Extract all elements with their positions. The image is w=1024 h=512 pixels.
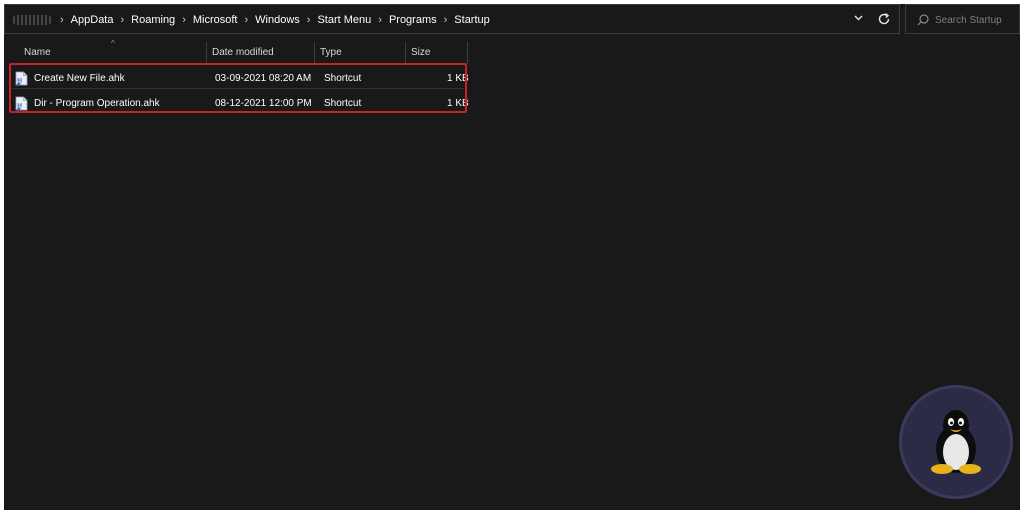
refresh-icon[interactable] [875, 10, 893, 28]
ahk-script-icon: H [15, 96, 28, 111]
breadcrumb: › AppData › Roaming › Microsoft › Window… [13, 5, 492, 35]
breadcrumb-separator[interactable]: › [302, 14, 316, 26]
column-header-type[interactable]: Type [316, 40, 402, 64]
breadcrumb-roaming[interactable]: Roaming [129, 14, 177, 26]
column-headers: ^ Name Date modified Type Size [12, 40, 468, 64]
breadcrumb-separator[interactable]: › [373, 14, 387, 26]
column-header-size[interactable]: Size [407, 40, 465, 64]
search-box[interactable] [905, 4, 1021, 34]
file-date: 08-12-2021 12:00 PM [215, 98, 312, 109]
search-icon [916, 13, 930, 27]
breadcrumb-start-menu[interactable]: Start Menu [315, 14, 373, 26]
breadcrumb-startup[interactable]: Startup [452, 14, 491, 26]
breadcrumb-separator: › [60, 14, 64, 26]
obscured-path-segment [13, 15, 51, 25]
address-bar[interactable]: › AppData › Roaming › Microsoft › Window… [4, 4, 900, 34]
column-divider[interactable] [467, 42, 468, 64]
file-size: 1 KB [447, 98, 469, 109]
column-divider[interactable] [206, 42, 207, 64]
breadcrumb-separator[interactable]: › [239, 14, 253, 26]
column-divider[interactable] [314, 42, 315, 64]
ahk-script-icon: H [15, 71, 28, 86]
search-input[interactable] [933, 11, 1021, 30]
breadcrumb-separator[interactable]: › [115, 14, 129, 26]
column-header-date[interactable]: Date modified [208, 40, 314, 64]
column-divider[interactable] [405, 42, 406, 64]
file-explorer-window: › AppData › Roaming › Microsoft › Window… [4, 4, 1021, 510]
file-name: Dir - Program Operation.ahk [34, 98, 160, 109]
file-type: Shortcut [324, 98, 362, 109]
breadcrumb-separator[interactable]: › [439, 14, 453, 26]
tux-penguin-logo [899, 385, 1013, 499]
chevron-down-icon[interactable] [851, 12, 865, 26]
row-separator [10, 88, 464, 89]
column-header-name[interactable]: Name [20, 40, 206, 64]
breadcrumb-programs[interactable]: Programs [387, 14, 439, 26]
breadcrumb-appdata[interactable]: AppData [69, 14, 116, 26]
file-row[interactable]: H Dir - Program Operation.ahk 08-12-2021… [10, 92, 469, 116]
breadcrumb-windows[interactable]: Windows [253, 14, 302, 26]
breadcrumb-microsoft[interactable]: Microsoft [191, 14, 240, 26]
breadcrumb-separator[interactable]: › [177, 14, 191, 26]
